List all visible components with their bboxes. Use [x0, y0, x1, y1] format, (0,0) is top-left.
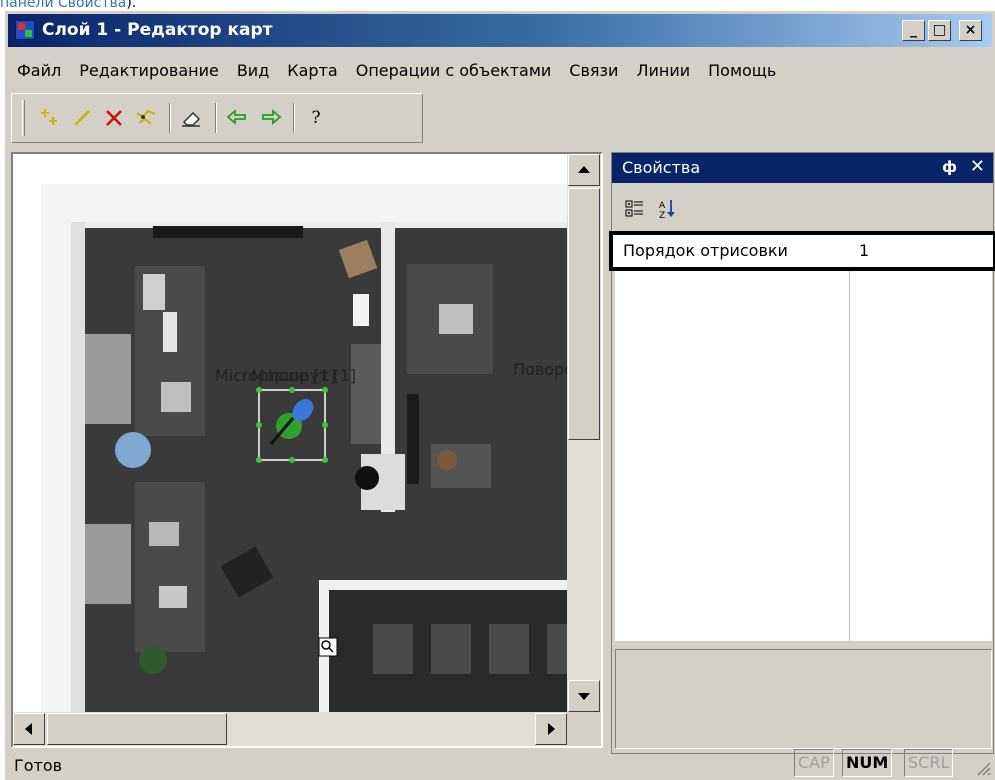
panel-close-icon[interactable]: ✕ [970, 156, 985, 177]
properties-toolbar: AZ [620, 189, 684, 229]
node-edit-button[interactable] [131, 103, 161, 133]
sort-alphabetical-icon: AZ [659, 200, 675, 220]
map-view[interactable]: Microphone [1] Маршрут [1] Поворот [11, 152, 603, 748]
menu-bar: Файл Редактирование Вид Карта Операции с… [8, 55, 992, 85]
categorized-button[interactable] [620, 194, 650, 224]
undo-button[interactable] [223, 103, 253, 133]
delete-button[interactable] [99, 103, 129, 133]
status-text: Готов [14, 756, 63, 775]
horizontal-scroll-thumb[interactable] [47, 713, 227, 745]
pin-icon[interactable]: ф [942, 158, 957, 176]
property-row[interactable]: Порядок отрисовки 1 [609, 231, 995, 271]
scroll-down-icon [578, 693, 590, 700]
property-grid-divider[interactable] [849, 231, 850, 641]
map-label-turn[interactable]: Поворот [513, 360, 569, 379]
minimize-icon: _ [910, 22, 917, 38]
minimize-button[interactable]: _ [902, 20, 925, 41]
redo-icon [262, 109, 282, 125]
title-bar[interactable]: Слой 1 - Редактор карт _ □ × [8, 14, 992, 47]
redo-button[interactable] [255, 103, 285, 133]
menu-edit[interactable]: Редактирование [70, 61, 228, 80]
toolbar-separator [215, 103, 217, 133]
svg-text:Z: Z [659, 211, 665, 220]
toolbar-separator [293, 103, 295, 133]
properties-panel: Свойства ф ✕ AZ Порядок отрисовки 1 [609, 152, 995, 754]
menu-links[interactable]: Связи [560, 61, 627, 80]
add-point-icon [41, 109, 57, 125]
menu-map[interactable]: Карта [278, 61, 346, 80]
scroll-left-button[interactable] [13, 713, 45, 745]
property-grid: Порядок отрисовки 1 [609, 231, 995, 641]
vertical-scroll-thumb[interactable] [568, 188, 600, 440]
menu-view[interactable]: Вид [228, 61, 278, 80]
draw-line-icon [74, 110, 90, 126]
scroll-down-button[interactable] [568, 680, 600, 712]
window-title: Слой 1 - Редактор карт [42, 20, 273, 40]
scroll-up-icon [578, 166, 590, 173]
num-indicator: NUM [842, 749, 893, 777]
node-edit-icon [136, 109, 156, 125]
maximize-button[interactable]: □ [928, 20, 951, 41]
cap-indicator: CAP [794, 749, 834, 777]
scroll-left-icon [25, 723, 32, 735]
alphabetical-button[interactable]: AZ [652, 194, 682, 224]
caption-link[interactable]: панели Свойства). [0, 0, 136, 10]
property-value[interactable]: 1 [859, 241, 869, 260]
eraser-button[interactable] [177, 103, 207, 133]
app-icon [15, 20, 35, 40]
undo-icon [226, 109, 246, 125]
map-editor-window: Слой 1 - Редактор карт _ □ × Файл Редакт… [4, 10, 995, 780]
scroll-right-button[interactable] [535, 713, 567, 745]
map-label-route[interactable]: Маршрут [1] [251, 366, 356, 385]
property-name: Порядок отрисовки [623, 241, 788, 260]
toolbar-grip[interactable] [22, 100, 25, 136]
toolbar-separator [169, 103, 171, 133]
scroll-right-icon [548, 723, 555, 735]
menu-file[interactable]: Файл [8, 61, 70, 80]
scroll-up-button[interactable] [568, 154, 600, 186]
close-icon: × [964, 22, 977, 38]
properties-panel-header[interactable]: Свойства ф ✕ [612, 153, 993, 183]
horizontal-scrollbar[interactable] [13, 712, 569, 746]
toolbar: ? [11, 93, 423, 143]
status-bar: Готов CAP NUM SCRL [4, 746, 995, 780]
draw-line-button[interactable] [67, 103, 97, 133]
delete-icon [106, 110, 122, 126]
add-point-button[interactable] [35, 103, 65, 133]
svg-text:A: A [659, 201, 666, 211]
floor-plan-image[interactable] [13, 154, 569, 714]
help-button[interactable]: ? [301, 103, 331, 133]
properties-panel-title: Свойства [622, 158, 701, 177]
resize-grip-icon[interactable] [975, 760, 991, 776]
maximize-icon: □ [932, 22, 947, 38]
vertical-scrollbar[interactable] [567, 154, 601, 714]
menu-lines[interactable]: Линии [627, 61, 699, 80]
close-button[interactable]: × [959, 20, 982, 41]
scroll-corner [567, 712, 601, 746]
property-description-pane [615, 649, 992, 749]
menu-help[interactable]: Помощь [699, 61, 785, 80]
map-canvas[interactable]: Microphone [1] Маршрут [1] Поворот [13, 154, 569, 714]
help-icon: ? [311, 108, 321, 128]
eraser-icon [182, 111, 201, 127]
menu-object-operations[interactable]: Операции с объектами [347, 61, 561, 80]
scrl-indicator: SCRL [904, 749, 954, 777]
categorized-icon [625, 200, 643, 217]
